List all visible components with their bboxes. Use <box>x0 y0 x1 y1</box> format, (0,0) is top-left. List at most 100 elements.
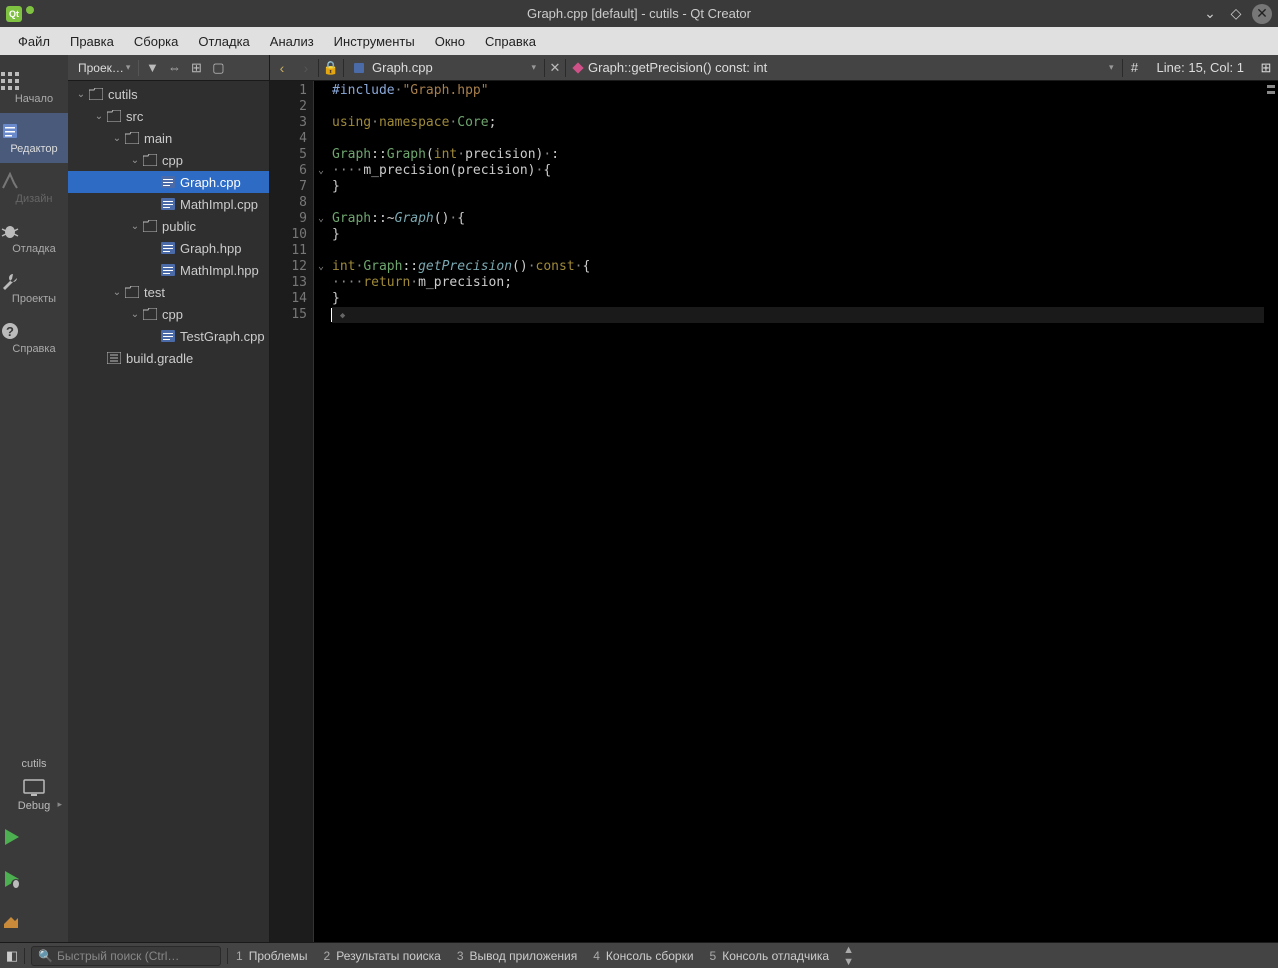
file-icon <box>160 176 176 188</box>
mode-начало[interactable]: Начало <box>0 63 68 113</box>
output-pane-5[interactable]: 5Консоль отладчика <box>702 943 838 968</box>
tree-folder-cpp[interactable]: ⌄cpp <box>68 303 269 325</box>
window-titlebar: Qt Graph.cpp [default] - cutils - Qt Cre… <box>0 0 1278 27</box>
output-pane-2[interactable]: 2Результаты поиска <box>316 943 449 968</box>
mode-bar: НачалоРедакторДизайнОтладкаПроекты?Справ… <box>0 55 68 942</box>
running-indicator-icon <box>26 6 34 14</box>
file-icon <box>160 330 176 342</box>
current-file-label: Graph.cpp <box>372 60 433 75</box>
folder-icon <box>142 154 158 166</box>
menu-сборка[interactable]: Сборка <box>124 30 189 53</box>
expand-arrow-icon: ⌄ <box>74 89 88 100</box>
tree-file-graph-cpp[interactable]: Graph.cpp <box>68 171 269 193</box>
file-icon <box>160 242 176 254</box>
nav-forward-button[interactable]: › <box>294 56 318 80</box>
tree-folder-test[interactable]: ⌄test <box>68 281 269 303</box>
maximize-button[interactable]: ◇ <box>1226 4 1246 24</box>
svg-text:?: ? <box>6 324 14 339</box>
folder-icon <box>124 286 140 298</box>
menu-правка[interactable]: Правка <box>60 30 124 53</box>
editor-scrollbar[interactable] <box>1264 81 1278 942</box>
menu-инструменты[interactable]: Инструменты <box>324 30 425 53</box>
quick-search-placeholder: Быстрый поиск (Ctrl… <box>57 949 179 963</box>
run-button[interactable] <box>0 816 68 858</box>
menu-окно[interactable]: Окно <box>425 30 475 53</box>
help-icon: ? <box>0 321 68 341</box>
monitor-icon <box>21 778 47 798</box>
current-symbol-label: Graph::getPrecision() const: int <box>588 60 767 75</box>
expand-arrow-icon: ⌄ <box>128 221 142 232</box>
minimize-button[interactable]: ⌄ <box>1200 4 1220 24</box>
editor-toolbar: ‹ › 🔒 Graph.cpp ▾ ✕ Graph::getPrecision(… <box>270 55 1278 81</box>
mode-справка[interactable]: ?Справка <box>0 313 68 363</box>
split-editor-button[interactable]: ⊞ <box>1254 60 1278 76</box>
output-pane-3[interactable]: 3Вывод приложения <box>449 943 585 968</box>
open-file-selector[interactable]: Graph.cpp ▾ <box>344 60 544 75</box>
build-button[interactable] <box>0 900 68 942</box>
kit-project-label: cutils <box>0 754 68 774</box>
code-editor[interactable]: #include·"Graph.hpp" using·namespace·Cor… <box>328 81 1264 942</box>
qt-logo-icon: Qt <box>6 6 22 22</box>
project-tree[interactable]: ⌄cutils⌄src⌄main⌄cppGraph.cppMathImpl.cp… <box>68 81 269 942</box>
close-document-button[interactable]: ✕ <box>545 60 565 76</box>
run-debug-button[interactable] <box>0 858 68 900</box>
output-pane-4[interactable]: 4Консоль сборки <box>585 943 701 968</box>
mode-отладка[interactable]: Отладка <box>0 213 68 263</box>
file-icon <box>106 352 122 364</box>
expand-arrow-icon: ⌄ <box>110 133 124 144</box>
tree-file-graph-hpp[interactable]: Graph.hpp <box>68 237 269 259</box>
bug-icon <box>0 221 68 241</box>
lock-icon[interactable]: 🔒 <box>319 60 343 76</box>
hash-button[interactable]: # <box>1123 60 1147 75</box>
expand-arrow-icon: ⌄ <box>92 111 106 122</box>
output-pane-1[interactable]: 1Проблемы <box>228 943 316 968</box>
tree-file-build-gradle[interactable]: build.gradle <box>68 347 269 369</box>
menu-отладка[interactable]: Отладка <box>188 30 259 53</box>
folder-icon <box>106 110 122 122</box>
mode-редактор[interactable]: Редактор <box>0 113 68 163</box>
split-sidebar-button[interactable]: ⊞ <box>185 58 207 78</box>
kit-selector[interactable]: Debug▸ <box>0 774 68 816</box>
mode-дизайн[interactable]: Дизайн <box>0 163 68 213</box>
folder-icon <box>142 220 158 232</box>
nav-back-button[interactable]: ‹ <box>270 56 294 80</box>
symbol-selector[interactable]: Graph::getPrecision() const: int ▾ <box>566 60 1122 75</box>
file-icon <box>160 264 176 276</box>
line-col-indicator[interactable]: Line: 15, Col: 1 <box>1147 60 1254 75</box>
close-sidebar-button[interactable]: ▢ <box>207 58 229 78</box>
expand-arrow-icon: ⌄ <box>110 287 124 298</box>
output-pane-updown-icon[interactable]: ▲▼ <box>843 944 854 968</box>
design-icon <box>0 171 68 191</box>
link-icon[interactable]: ⇔ <box>163 58 185 78</box>
search-icon: 🔍 <box>38 949 53 963</box>
tree-folder-public[interactable]: ⌄public <box>68 215 269 237</box>
tree-folder-main[interactable]: ⌄main <box>68 127 269 149</box>
tree-file-testgraph-cpp[interactable]: TestGraph.cpp <box>68 325 269 347</box>
file-icon <box>160 198 176 210</box>
tree-folder-cpp[interactable]: ⌄cpp <box>68 149 269 171</box>
window-title: Graph.cpp [default] - cutils - Qt Creato… <box>527 6 751 21</box>
expand-arrow-icon: ⌄ <box>128 155 142 166</box>
filter-icon[interactable]: ▼ <box>141 58 163 78</box>
tree-file-mathimpl-hpp[interactable]: MathImpl.hpp <box>68 259 269 281</box>
tree-folder-cutils[interactable]: ⌄cutils <box>68 83 269 105</box>
menu-анализ[interactable]: Анализ <box>260 30 324 53</box>
toggle-sidebar-button[interactable]: ◧ <box>0 948 24 964</box>
line-number-gutter[interactable]: 123456789101112131415 <box>270 81 314 942</box>
quick-search-input[interactable]: 🔍 Быстрый поиск (Ctrl… <box>31 946 221 966</box>
sidebar-view-selector[interactable]: Проек…▾ <box>72 61 136 75</box>
fold-column[interactable]: ⌄⌄⌄ <box>314 81 328 942</box>
symbol-icon <box>572 62 583 73</box>
wrench-icon <box>0 271 68 291</box>
menu-файл[interactable]: Файл <box>8 30 60 53</box>
mode-проекты[interactable]: Проекты <box>0 263 68 313</box>
tree-file-mathimpl-cpp[interactable]: MathImpl.cpp <box>68 193 269 215</box>
close-button[interactable]: ✕ <box>1252 4 1272 24</box>
menu-справка[interactable]: Справка <box>475 30 546 53</box>
menu-bar: ФайлПравкаСборкаОтладкаАнализИнструменты… <box>0 27 1278 55</box>
editor-area: ‹ › 🔒 Graph.cpp ▾ ✕ Graph::getPrecision(… <box>270 55 1278 942</box>
edit-icon <box>0 121 68 141</box>
grid-icon <box>0 71 68 91</box>
expand-arrow-icon: ⌄ <box>128 309 142 320</box>
tree-folder-src[interactable]: ⌄src <box>68 105 269 127</box>
